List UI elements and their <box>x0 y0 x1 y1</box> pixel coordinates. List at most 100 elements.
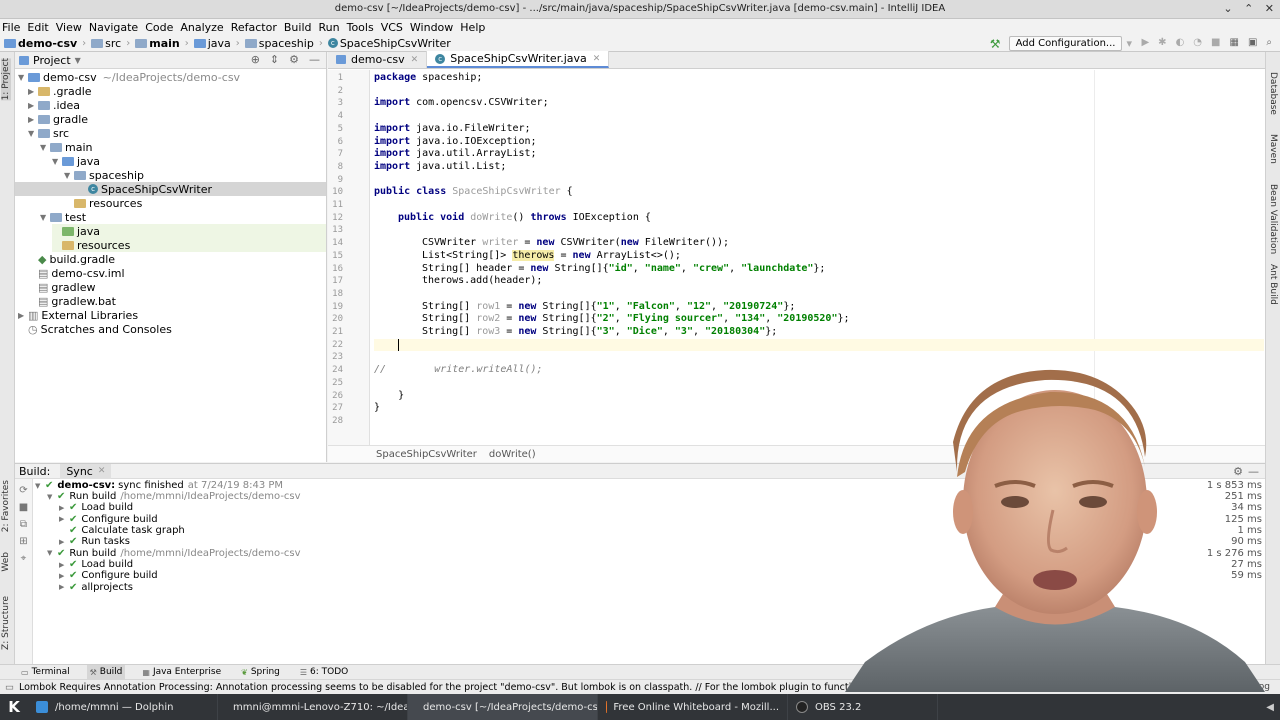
search-icon[interactable]: ⌕ <box>1266 37 1272 48</box>
chevron-down-icon[interactable]: ▼ <box>52 157 62 166</box>
chevron-down-icon[interactable]: ▾ <box>1126 37 1132 50</box>
tree-item-main[interactable]: ▼ main <box>40 140 92 154</box>
menu-navigate[interactable]: Navigate <box>89 21 138 34</box>
hide-icon[interactable]: — <box>309 53 320 66</box>
tree-item-test-java[interactable]: java <box>52 224 326 238</box>
tree-item-external-libraries[interactable]: ▶ ▥ External Libraries <box>18 308 138 322</box>
chevron-down-icon[interactable]: ▼ <box>75 56 81 65</box>
run-icon[interactable]: ▶ <box>1141 37 1149 48</box>
build-row[interactable]: ✔ Calculate task graph <box>59 525 185 536</box>
collapse-all-icon[interactable]: ⇕ <box>270 53 279 66</box>
minimize-icon[interactable]: ⌄ <box>1223 2 1232 15</box>
tab-build[interactable]: ⚒ Build <box>86 665 126 679</box>
nav-crumb-class[interactable]: c SpaceShipCsvWriter <box>327 37 453 50</box>
build-row[interactable]: ▶ ✔ Configure build <box>59 514 158 525</box>
tab-web[interactable]: Web <box>1 552 11 572</box>
application-launcher-icon[interactable]: K <box>0 694 28 720</box>
chevron-right-icon[interactable]: ▶ <box>59 583 69 591</box>
chevron-down-icon[interactable]: ▼ <box>64 171 74 180</box>
close-icon[interactable]: ✕ <box>1265 2 1274 15</box>
nav-crumb-main[interactable]: main › <box>135 37 192 50</box>
menu-view[interactable]: View <box>56 21 82 34</box>
status-message[interactable]: Lombok Requires Annotation Processing: A… <box>19 682 890 693</box>
chevron-right-icon[interactable]: ▶ <box>18 311 28 320</box>
task-obs[interactable]: OBS 23.2 <box>788 694 938 720</box>
build-row[interactable]: ▶ ✔ Configure build <box>59 570 158 581</box>
task-intellij[interactable]: demo-csv [~/IdeaProjects/demo-cs... <box>408 694 598 720</box>
coverage-icon[interactable]: ◐ <box>1176 37 1185 48</box>
close-icon[interactable]: ✕ <box>411 55 419 65</box>
tree-item-spaceship[interactable]: ▼ spaceship <box>64 168 144 182</box>
chevron-down-icon[interactable]: ▼ <box>47 549 57 557</box>
volume-icon[interactable]: ◀ <box>1266 702 1274 713</box>
chevron-right-icon[interactable]: ▶ <box>28 87 38 96</box>
tab-sync[interactable]: Sync ✕ <box>60 463 112 479</box>
chevron-down-icon[interactable]: ▼ <box>40 213 50 222</box>
project-view-selector[interactable]: Project <box>33 54 71 67</box>
tree-item-gradlew-bat[interactable]: ▤ gradlew.bat <box>28 294 116 308</box>
chevron-down-icon[interactable]: ▼ <box>35 482 45 490</box>
tree-item-test[interactable]: ▼ test <box>40 210 86 224</box>
project-structure-icon[interactable]: ▦ <box>1229 37 1238 48</box>
menu-edit[interactable]: Edit <box>27 21 48 34</box>
build-row[interactable]: ▶ ✔ allprojects <box>59 582 133 593</box>
chevron-right-icon[interactable]: ▶ <box>59 572 69 580</box>
chevron-down-icon[interactable]: ▼ <box>40 143 50 152</box>
menu-build[interactable]: Build <box>284 21 312 34</box>
chevron-down-icon[interactable]: ▼ <box>47 493 57 501</box>
tree-item-java[interactable]: ▼ java <box>52 154 100 168</box>
filter-icon[interactable]: ⧉ <box>15 519 32 530</box>
tab-spring[interactable]: ❦ Spring <box>238 665 283 679</box>
menu-window[interactable]: Window <box>410 21 453 34</box>
chevron-right-icon[interactable]: ▶ <box>59 561 69 569</box>
stop-icon[interactable]: ■ <box>15 502 32 513</box>
tab-spaceshipcsvwriter[interactable]: c SpaceShipCsvWriter.java ✕ <box>427 51 610 68</box>
tab-demo-csv[interactable]: demo-csv ✕ <box>328 51 428 68</box>
tab-todo[interactable]: ☰ 6: TODO <box>297 665 351 679</box>
build-row[interactable]: ▶ ✔ Run tasks <box>59 536 130 547</box>
tree-item-idea[interactable]: ▶ .idea <box>28 98 80 112</box>
chevron-right-icon[interactable]: ▶ <box>59 538 69 546</box>
tab-ant-build[interactable]: Ant Build <box>1268 264 1278 305</box>
tree-item-demo-csv-iml[interactable]: ▤ demo-csv.iml <box>28 266 125 280</box>
expand-icon[interactable]: ⊞ <box>15 536 32 547</box>
tab-terminal[interactable]: ▭ Terminal <box>18 665 73 679</box>
menu-refactor[interactable]: Refactor <box>231 21 277 34</box>
tab-java-enterprise[interactable]: ▦ Java Enterprise <box>139 665 224 679</box>
tree-item-gradle-dir[interactable]: ▶ .gradle <box>28 84 92 98</box>
chevron-right-icon[interactable]: ▶ <box>59 504 69 512</box>
tree-item-demo-csv[interactable]: ▼ demo-csv ~/IdeaProjects/demo-csv <box>18 70 240 84</box>
chevron-down-icon[interactable]: ▼ <box>18 73 28 82</box>
menu-tools[interactable]: Tools <box>347 21 374 34</box>
nav-crumb-java[interactable]: java › <box>193 37 243 50</box>
chevron-right-icon[interactable]: ▶ <box>59 515 69 523</box>
tree-item-test-resources[interactable]: resources <box>52 238 326 252</box>
tree-item-resources[interactable]: resources <box>64 196 142 210</box>
build-row[interactable]: ▼ ✔ Run build/home/mmni/IdeaProjects/demo-… <box>47 491 301 502</box>
breadcrumb-class[interactable]: SpaceShipCsvWriter <box>376 449 477 460</box>
chevron-right-icon[interactable]: ▶ <box>28 101 38 110</box>
tab-database[interactable]: Database <box>1268 72 1278 115</box>
tree-item-scratches[interactable]: ◷ Scratches and Consoles <box>18 322 172 336</box>
build-row[interactable]: ▶ ✔ Load build <box>59 502 133 513</box>
tree-item-src[interactable]: ▼ src <box>28 126 69 140</box>
tab-favorites[interactable]: 2: Favorites <box>1 480 11 532</box>
pin-icon[interactable]: ⌖ <box>15 553 32 564</box>
debug-icon[interactable]: ✱ <box>1158 37 1166 48</box>
task-firefox[interactable]: Free Online Whiteboard - Mozill... <box>598 694 788 720</box>
tab-maven[interactable]: Maven <box>1268 134 1278 164</box>
build-row[interactable]: ▼ ✔ demo-csv: sync finished at 7/24/19 8:43 … <box>35 480 283 491</box>
gear-icon[interactable]: ⚙ <box>289 53 299 66</box>
menu-code[interactable]: Code <box>145 21 173 34</box>
message-icon[interactable]: ▭ <box>5 682 14 693</box>
chevron-right-icon[interactable]: ▶ <box>28 115 38 124</box>
tab-bean-validation[interactable]: Bean Validation <box>1268 184 1278 254</box>
maximize-icon[interactable]: ⌃ <box>1244 2 1253 15</box>
task-dolphin[interactable]: /home/mmni — Dolphin <box>28 694 218 720</box>
build-row[interactable]: ▼ ✔ Run build/home/mmni/IdeaProjects/demo-… <box>47 548 301 559</box>
nav-crumb-src[interactable]: src › <box>91 37 133 50</box>
close-icon[interactable]: ✕ <box>593 54 601 64</box>
locate-icon[interactable]: ⊕ <box>251 53 260 66</box>
tree-item-gradlew[interactable]: ▤ gradlew <box>28 280 95 294</box>
menu-vcs[interactable]: VCS <box>381 21 403 34</box>
